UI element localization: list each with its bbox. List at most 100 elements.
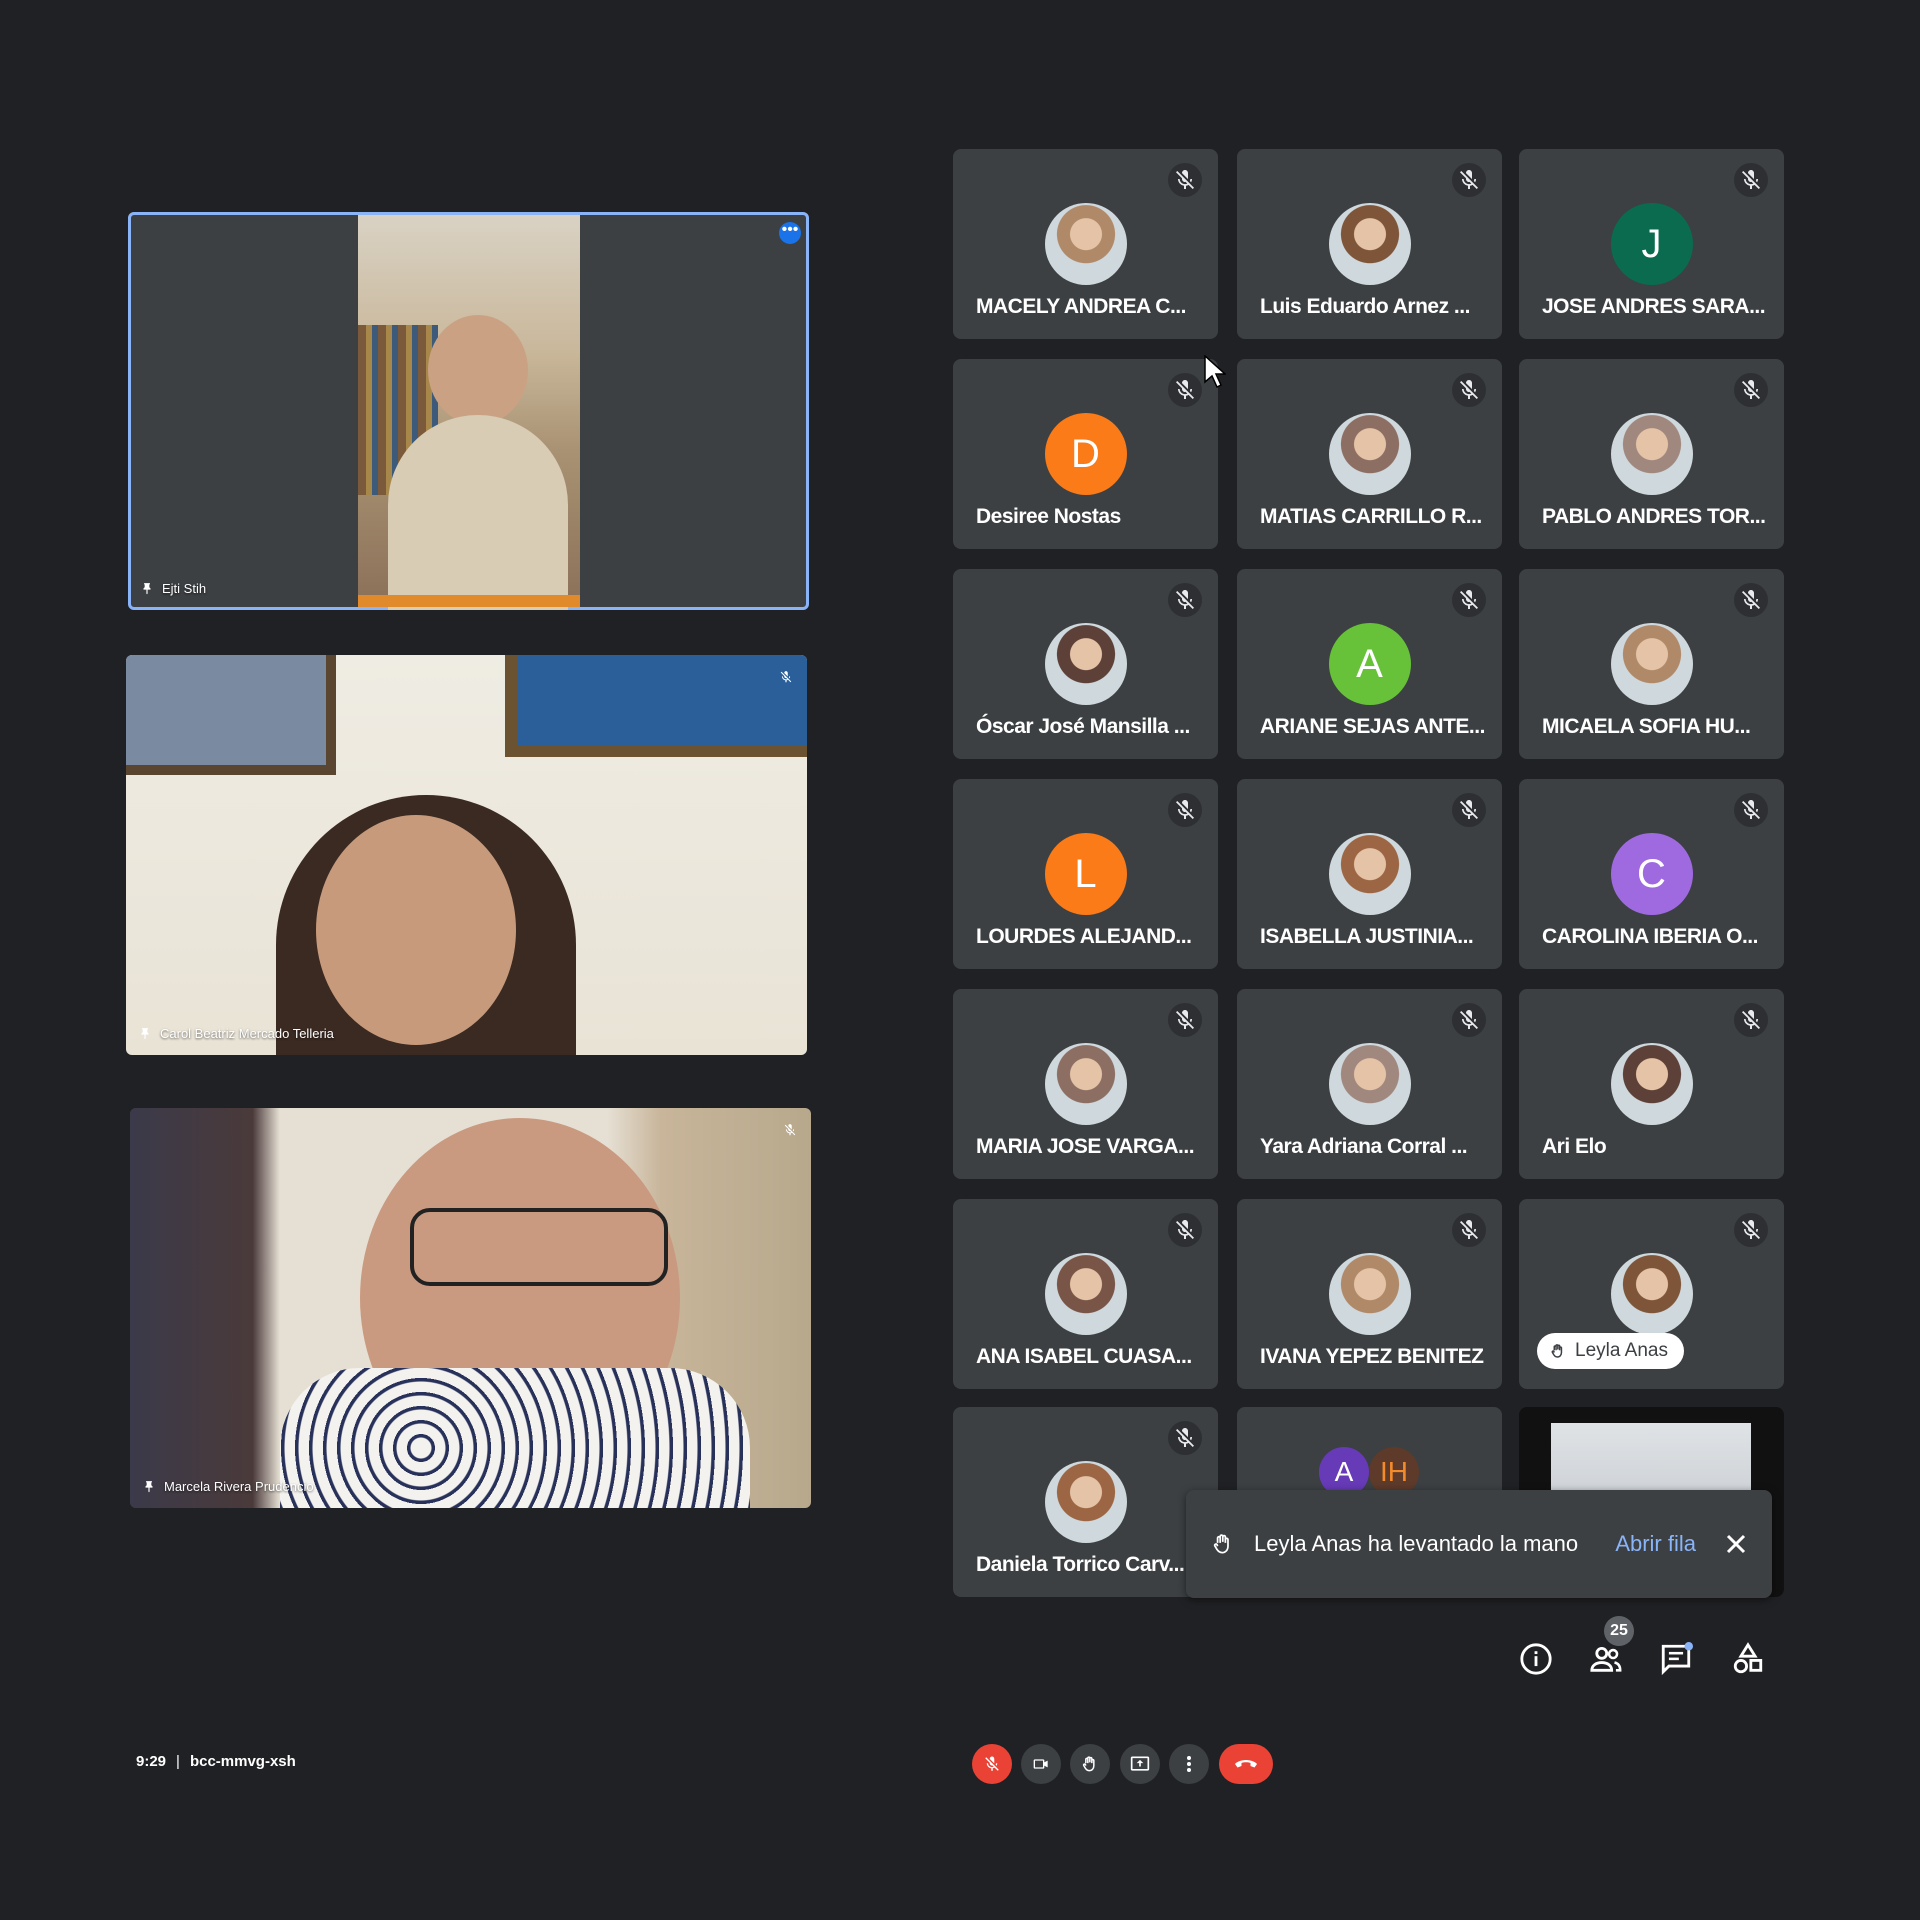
avatar-photo xyxy=(1610,413,1693,495)
more-options-button[interactable] xyxy=(1169,1744,1209,1784)
mic-off-icon xyxy=(985,1756,999,1771)
participant-name: IVANA YEPEZ BENITEZ xyxy=(1260,1345,1484,1368)
mic-off-icon xyxy=(1734,1213,1768,1247)
participant-tile[interactable]: Luis Eduardo Arnez ... xyxy=(1237,149,1502,339)
participant-name: MATIAS CARRILLO R... xyxy=(1260,505,1482,528)
mouse-cursor-icon xyxy=(1204,355,1226,389)
mic-off-icon xyxy=(1734,373,1768,407)
mic-off-icon xyxy=(1452,1003,1486,1037)
participant-name: Leyla Anas xyxy=(1575,1340,1668,1361)
mic-off-icon xyxy=(784,1124,796,1136)
video-feed xyxy=(126,655,807,1055)
people-count-badge: 25 xyxy=(1604,1616,1634,1646)
participant-name: ISABELLA JUSTINIA... xyxy=(1260,925,1474,948)
camera-toggle-button[interactable] xyxy=(1021,1744,1061,1784)
participant-name: Marcela Rivera Prudencio xyxy=(164,1479,314,1494)
mic-toggle-button[interactable] xyxy=(972,1744,1012,1784)
participant-tile[interactable]: D Desiree Nostas xyxy=(953,359,1218,549)
featured-label: Ejti Stih xyxy=(140,581,206,596)
people-icon xyxy=(1590,1646,1622,1672)
clock-time: 9:29 xyxy=(136,1753,167,1770)
hang-up-icon xyxy=(1235,1760,1257,1768)
avatar-photo xyxy=(1044,1461,1127,1543)
avatar-initial: L xyxy=(1044,833,1127,915)
avatar-photo xyxy=(1044,1253,1127,1335)
present-screen-button[interactable] xyxy=(1120,1744,1160,1784)
participant-tile[interactable]: IVANA YEPEZ BENITEZ xyxy=(1237,1199,1502,1389)
pin-icon xyxy=(143,582,151,594)
participant-tile[interactable]: Daniela Torrico Carv... xyxy=(953,1407,1218,1597)
pin-icon xyxy=(141,1027,149,1039)
participant-tile[interactable]: L LOURDES ALEJAND... xyxy=(953,779,1218,969)
mic-off-icon xyxy=(1452,793,1486,827)
raised-hand-icon xyxy=(1082,1756,1095,1772)
participant-tile[interactable]: Yara Adriana Corral ... xyxy=(1237,989,1502,1179)
open-queue-button[interactable]: Abrir fila xyxy=(1615,1531,1696,1557)
participant-name: MARIA JOSE VARGA... xyxy=(976,1135,1195,1158)
featured-label: Marcela Rivera Prudencio xyxy=(142,1479,314,1494)
participant-tile[interactable]: J JOSE ANDRES SARA... xyxy=(1519,149,1784,339)
participant-tile[interactable]: C CAROLINA IBERIA O... xyxy=(1519,779,1784,969)
avatar-photo xyxy=(1328,1043,1411,1125)
participant-name: LOURDES ALEJAND... xyxy=(976,925,1192,948)
participant-name: Ari Elo xyxy=(1542,1135,1607,1158)
mic-off-icon xyxy=(1452,163,1486,197)
mic-off-icon xyxy=(1734,163,1768,197)
mic-off-icon xyxy=(1168,1421,1202,1455)
close-icon[interactable] xyxy=(1724,1532,1748,1556)
mic-off-icon xyxy=(1452,583,1486,617)
featured-tile-2[interactable]: Carol Beatriz Mercado Telleria xyxy=(126,655,807,1055)
avatar-photo xyxy=(1610,1043,1693,1125)
participant-tile[interactable]: MARIA JOSE VARGA... xyxy=(953,989,1218,1179)
avatar-photo xyxy=(1328,203,1411,285)
participant-name: Ejti Stih xyxy=(162,581,207,596)
participant-name: Carol Beatriz Mercado Telleria xyxy=(160,1026,334,1041)
activities-button[interactable] xyxy=(1726,1637,1770,1681)
raised-hand-icon xyxy=(1213,1534,1229,1554)
participant-tile[interactable]: Leyla Anas xyxy=(1519,1199,1784,1389)
featured-tile-3[interactable]: Marcela Rivera Prudencio xyxy=(130,1108,811,1508)
participant-tile[interactable]: ANA ISABEL CUASA... xyxy=(953,1199,1218,1389)
meeting-details-button[interactable] xyxy=(1514,1637,1558,1681)
mic-off-icon xyxy=(1168,163,1202,197)
avatar-initial: J xyxy=(1610,203,1693,285)
meeting-info: 9:29 | bcc-mmvg-xsh xyxy=(136,1753,296,1770)
avatar-photo xyxy=(1328,413,1411,495)
meeting-code: bcc-mmvg-xsh xyxy=(189,1753,296,1770)
participant-tile[interactable]: PABLO ANDRES TOR... xyxy=(1519,359,1784,549)
participant-name: CAROLINA IBERIA O... xyxy=(1542,925,1758,948)
present-icon xyxy=(1130,1756,1150,1771)
participant-name: Desiree Nostas xyxy=(976,505,1121,528)
mic-off-icon xyxy=(1168,1213,1202,1247)
participant-tile[interactable]: Ari Elo xyxy=(1519,989,1784,1179)
mic-off-icon xyxy=(1168,1003,1202,1037)
mic-off-icon xyxy=(1734,583,1768,617)
raise-hand-button[interactable] xyxy=(1070,1744,1110,1784)
participant-tile[interactable]: MATIAS CARRILLO R... xyxy=(1237,359,1502,549)
info-icon xyxy=(1520,1643,1552,1675)
featured-tile-1[interactable]: ••• Ejti Stih xyxy=(128,212,809,610)
participant-name: Daniela Torrico Carv... xyxy=(976,1553,1185,1576)
hand-raised-toast: Leyla Anas ha levantado la mano Abrir fi… xyxy=(1186,1490,1772,1598)
participant-name: MACELY ANDREA C... xyxy=(976,295,1186,318)
avatar-photo xyxy=(1044,203,1127,285)
mic-off-icon xyxy=(1452,373,1486,407)
mic-off-icon xyxy=(1168,583,1202,617)
chat-button[interactable] xyxy=(1654,1637,1698,1681)
participant-tile[interactable]: Óscar José Mansilla ... xyxy=(953,569,1218,759)
participant-tile[interactable]: ISABELLA JUSTINIA... xyxy=(1237,779,1502,969)
participant-tile[interactable]: MACELY ANDREA C... xyxy=(953,149,1218,339)
video-feed xyxy=(358,215,580,610)
participant-name: Luis Eduardo Arnez ... xyxy=(1260,295,1470,318)
participant-name: MICAELA SOFIA HU... xyxy=(1542,715,1751,738)
leave-call-button[interactable] xyxy=(1219,1744,1273,1784)
separator: | xyxy=(176,1753,180,1770)
more-options-icon[interactable]: ••• xyxy=(779,222,801,244)
video-feed xyxy=(130,1108,811,1508)
participant-tile[interactable]: MICAELA SOFIA HU... xyxy=(1519,569,1784,759)
mic-off-icon xyxy=(1452,1213,1486,1247)
shapes-icon xyxy=(1733,1642,1763,1674)
participant-name: JOSE ANDRES SARA... xyxy=(1542,295,1766,318)
mic-off-icon xyxy=(1734,1003,1768,1037)
participant-tile[interactable]: A ARIANE SEJAS ANTE... xyxy=(1237,569,1502,759)
